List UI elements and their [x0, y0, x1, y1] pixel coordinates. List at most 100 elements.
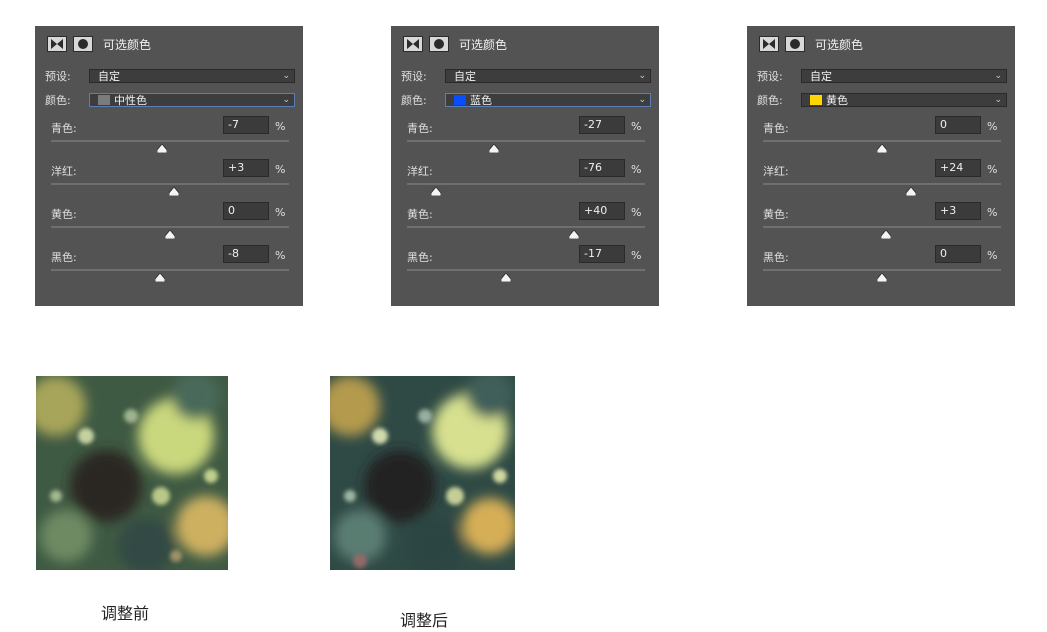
chevron-down-icon: ⌄	[994, 95, 1002, 105]
slider-label: 黄色:	[763, 208, 789, 221]
value-field[interactable]: -76	[579, 159, 625, 177]
slider-label: 黑色:	[51, 251, 77, 264]
preset-select[interactable]: 自定 ⌄	[801, 69, 1007, 83]
slider-label: 洋红:	[407, 165, 433, 178]
unit-label: %	[275, 120, 286, 133]
slider-cyan: 青色: -27 %	[407, 116, 647, 156]
value-field[interactable]: +3	[935, 202, 981, 220]
slider-black: 黑色: -8 %	[51, 245, 291, 285]
color-row: 颜色: 黄色 ⌄	[757, 93, 1007, 107]
slider-yellow: 黄色: +3 %	[763, 202, 1003, 242]
chevron-down-icon: ⌄	[282, 95, 290, 105]
preset-value: 自定	[810, 70, 832, 83]
slider-track[interactable]	[407, 183, 645, 185]
value-field[interactable]: 0	[223, 202, 269, 220]
slider-thumb-icon[interactable]	[877, 273, 887, 282]
value-field[interactable]: +40	[579, 202, 625, 220]
slider-thumb-icon[interactable]	[168, 187, 179, 196]
preset-label: 预设:	[45, 70, 71, 83]
unit-label: %	[631, 120, 642, 133]
before-photo	[36, 376, 228, 570]
color-value: 中性色	[114, 94, 147, 107]
preset-value: 自定	[98, 70, 120, 83]
slider-track[interactable]	[51, 226, 289, 228]
color-value: 蓝色	[470, 94, 492, 107]
mask-icon[interactable]	[403, 36, 423, 52]
chevron-down-icon: ⌄	[994, 71, 1002, 81]
slider-label: 黑色:	[407, 251, 433, 264]
slider-track[interactable]	[763, 269, 1001, 271]
preset-row: 预设: 自定 ⌄	[757, 69, 1007, 83]
slider-thumb-icon[interactable]	[877, 144, 887, 153]
slider-track[interactable]	[51, 269, 289, 271]
selective-color-panel-1: 可选颜色 预设: 自定 ⌄ 颜色: 中性色 ⌄ 青色: -7 % 洋红: +3 …	[35, 26, 303, 306]
slider-label: 青色:	[763, 122, 789, 135]
slider-track[interactable]	[51, 183, 289, 185]
value-field[interactable]: +24	[935, 159, 981, 177]
mask-icon[interactable]	[47, 36, 67, 52]
preset-select[interactable]: 自定 ⌄	[89, 69, 295, 83]
slider-thumb-icon[interactable]	[500, 273, 511, 282]
value-field[interactable]: -27	[579, 116, 625, 134]
slider-thumb-icon[interactable]	[156, 144, 167, 153]
slider-label: 洋红:	[51, 165, 77, 178]
slider-black: 黑色: -17 %	[407, 245, 647, 285]
slider-label: 青色:	[51, 122, 77, 135]
unit-label: %	[987, 249, 998, 262]
preset-select[interactable]: 自定 ⌄	[445, 69, 651, 83]
color-select[interactable]: 蓝色 ⌄	[445, 93, 651, 107]
color-row: 颜色: 中性色 ⌄	[45, 93, 295, 107]
circle-mask-icon[interactable]	[429, 36, 449, 52]
slider-magenta: 洋红: -76 %	[407, 159, 647, 199]
slider-thumb-icon[interactable]	[880, 230, 891, 239]
panel-header: 可选颜色	[35, 26, 303, 62]
slider-track[interactable]	[51, 140, 289, 142]
value-field[interactable]: -8	[223, 245, 269, 263]
before-caption: 调整前	[101, 604, 150, 623]
preset-label: 预设:	[757, 70, 783, 83]
circle-mask-icon[interactable]	[785, 36, 805, 52]
slider-track[interactable]	[407, 226, 645, 228]
preset-label: 预设:	[401, 70, 427, 83]
mask-icon[interactable]	[759, 36, 779, 52]
slider-track[interactable]	[407, 269, 645, 271]
value-field[interactable]: 0	[935, 116, 981, 134]
unit-label: %	[987, 206, 998, 219]
slider-label: 青色:	[407, 122, 433, 135]
slider-thumb-icon[interactable]	[155, 273, 166, 282]
selective-color-panel-2: 可选颜色 预设: 自定 ⌄ 颜色: 蓝色 ⌄ 青色: -27 % 洋红: -76…	[391, 26, 659, 306]
slider-track[interactable]	[763, 183, 1001, 185]
color-select[interactable]: 黄色 ⌄	[801, 93, 1007, 107]
color-row: 颜色: 蓝色 ⌄	[401, 93, 651, 107]
slider-yellow: 黄色: +40 %	[407, 202, 647, 242]
slider-thumb-icon[interactable]	[568, 230, 579, 239]
after-caption: 调整后	[400, 611, 449, 630]
circle-mask-icon[interactable]	[73, 36, 93, 52]
slider-cyan: 青色: 0 %	[763, 116, 1003, 156]
after-photo	[330, 376, 515, 570]
slider-yellow: 黄色: 0 %	[51, 202, 291, 242]
value-field[interactable]: -17	[579, 245, 625, 263]
value-field[interactable]: 0	[935, 245, 981, 263]
color-swatch	[810, 95, 822, 105]
value-field[interactable]: +3	[223, 159, 269, 177]
color-label: 颜色:	[45, 94, 71, 107]
unit-label: %	[987, 120, 998, 133]
slider-label: 黑色:	[763, 251, 789, 264]
panel-header: 可选颜色	[391, 26, 659, 62]
color-swatch	[454, 95, 466, 105]
selective-color-panel-3: 可选颜色 预设: 自定 ⌄ 颜色: 黄色 ⌄ 青色: 0 % 洋红: +24 %…	[747, 26, 1015, 306]
slider-label: 黄色:	[407, 208, 433, 221]
slider-thumb-icon[interactable]	[905, 187, 916, 196]
unit-label: %	[631, 206, 642, 219]
slider-track[interactable]	[763, 140, 1001, 142]
slider-track[interactable]	[407, 140, 645, 142]
value-field[interactable]: -7	[223, 116, 269, 134]
slider-cyan: 青色: -7 %	[51, 116, 291, 156]
slider-thumb-icon[interactable]	[488, 144, 499, 153]
slider-thumb-icon[interactable]	[430, 187, 441, 196]
color-select[interactable]: 中性色 ⌄	[89, 93, 295, 107]
color-value: 黄色	[826, 94, 848, 107]
slider-track[interactable]	[763, 226, 1001, 228]
slider-thumb-icon[interactable]	[165, 230, 175, 239]
